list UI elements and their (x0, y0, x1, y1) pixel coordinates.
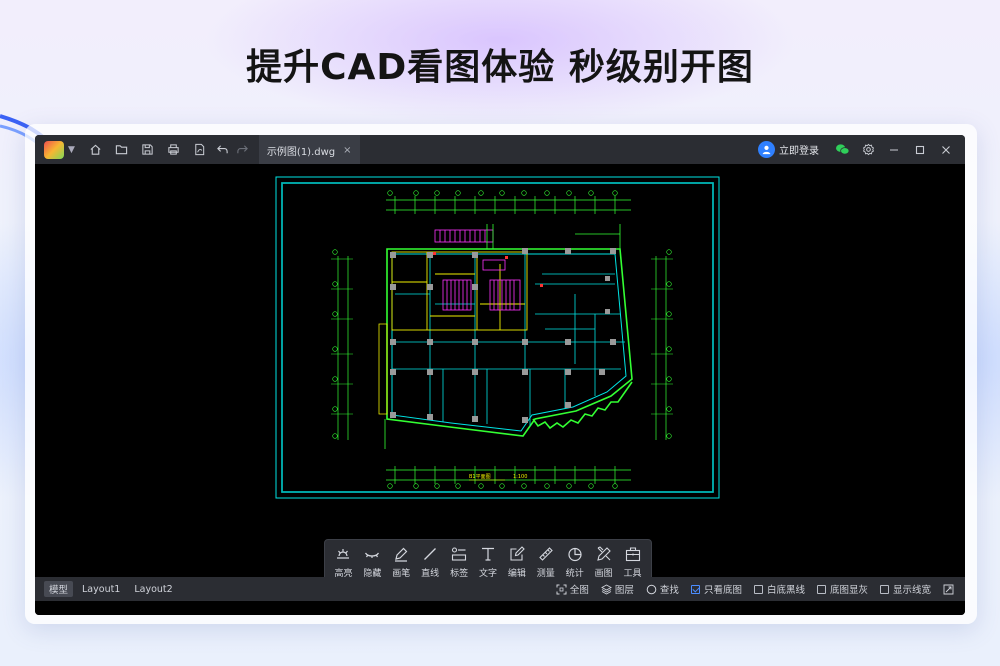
minimize-icon[interactable] (881, 135, 907, 164)
checkbox-unchecked[interactable] (753, 584, 763, 594)
checkbox-unchecked[interactable] (879, 584, 889, 594)
line-width-label: 显示线宽 (892, 585, 931, 596)
wechat-icon[interactable] (829, 135, 855, 164)
pie-chart-icon (568, 547, 582, 562)
line-width-checkbox[interactable]: 显示线宽 (879, 582, 931, 596)
edit-icon (510, 546, 525, 561)
title-bar: ▼ 示例图(1).dwg × 立即登录 (35, 135, 965, 164)
open-folder-icon[interactable] (109, 135, 135, 164)
tag-icon (452, 547, 467, 561)
pen-icon (395, 547, 408, 562)
only-base-checkbox[interactable]: 只看底图 (690, 582, 742, 596)
fullscreen-button[interactable] (943, 584, 957, 595)
app-logo-icon[interactable] (44, 140, 64, 159)
drawing-scale: 1:100 (513, 474, 527, 480)
highlight-icon (337, 549, 350, 559)
tab-label: 示例图(1).dwg (266, 147, 336, 158)
bottom-edge (35, 601, 965, 615)
tab-file[interactable]: 示例图(1).dwg × (258, 135, 360, 164)
fit-view-icon (556, 584, 567, 595)
full-view-button[interactable]: 全图 (556, 582, 589, 596)
pdf-icon[interactable] (187, 135, 213, 164)
status-bar: 模型 Layout1 Layout2 全图 图层 查找 只看底图 白底黑线 底图… (35, 577, 965, 601)
close-tab-icon[interactable]: × (343, 145, 351, 156)
search-icon (646, 584, 657, 595)
cad-drawing: B1平面图 1:100 (275, 176, 720, 499)
save-icon[interactable] (135, 135, 161, 164)
undo-icon[interactable] (213, 135, 233, 164)
drawing-title: B1平面图 (469, 474, 491, 480)
layout-tab-model[interactable]: 模型 (44, 581, 74, 597)
avatar-icon[interactable] (758, 141, 775, 158)
draw-tools-icon (596, 546, 611, 561)
headline: 提升CAD看图体验 秒级别开图 (246, 47, 754, 88)
close-window-icon[interactable] (933, 135, 959, 164)
full-view-label: 全图 (569, 585, 589, 596)
maximize-icon[interactable] (907, 135, 933, 164)
base-gray-checkbox[interactable]: 底图显灰 (816, 582, 868, 596)
line-icon (424, 548, 437, 560)
hide-eye-icon (365, 552, 380, 558)
fullscreen-icon (943, 584, 954, 595)
toolbox-icon (625, 547, 640, 562)
find-button[interactable]: 查找 (646, 582, 679, 596)
layout-tab-layout1[interactable]: Layout1 (77, 581, 125, 597)
base-gray-label: 底图显灰 (829, 585, 868, 596)
settings-gear-icon[interactable] (855, 135, 881, 164)
only-base-label: 只看底图 (703, 585, 742, 596)
print-icon[interactable] (161, 135, 187, 164)
ruler-icon (539, 547, 553, 561)
checkbox-checked[interactable] (690, 584, 700, 594)
home-icon[interactable] (83, 135, 109, 164)
redo-icon[interactable] (233, 135, 253, 164)
layers-button[interactable]: 图层 (600, 582, 634, 596)
layers-icon (600, 583, 612, 595)
text-icon (482, 547, 494, 561)
chevron-down-icon[interactable]: ▼ (68, 145, 75, 155)
checkbox-unchecked[interactable] (816, 584, 826, 594)
find-label: 查找 (659, 585, 679, 596)
app-window: ▼ 示例图(1).dwg × 立即登录 B1平面图 1:100 高亮 隐藏 画笔… (35, 135, 965, 615)
login-link[interactable]: 立即登录 (779, 142, 819, 157)
layers-label: 图层 (614, 585, 634, 596)
layout-tab-layout2[interactable]: Layout2 (129, 581, 177, 597)
white-black-checkbox[interactable]: 白底黑线 (753, 582, 805, 596)
white-black-label: 白底黑线 (766, 585, 805, 596)
drawing-canvas[interactable]: B1平面图 1:100 高亮 隐藏 画笔 直线 标签 文字 编辑 测量 统计 画… (35, 164, 965, 585)
